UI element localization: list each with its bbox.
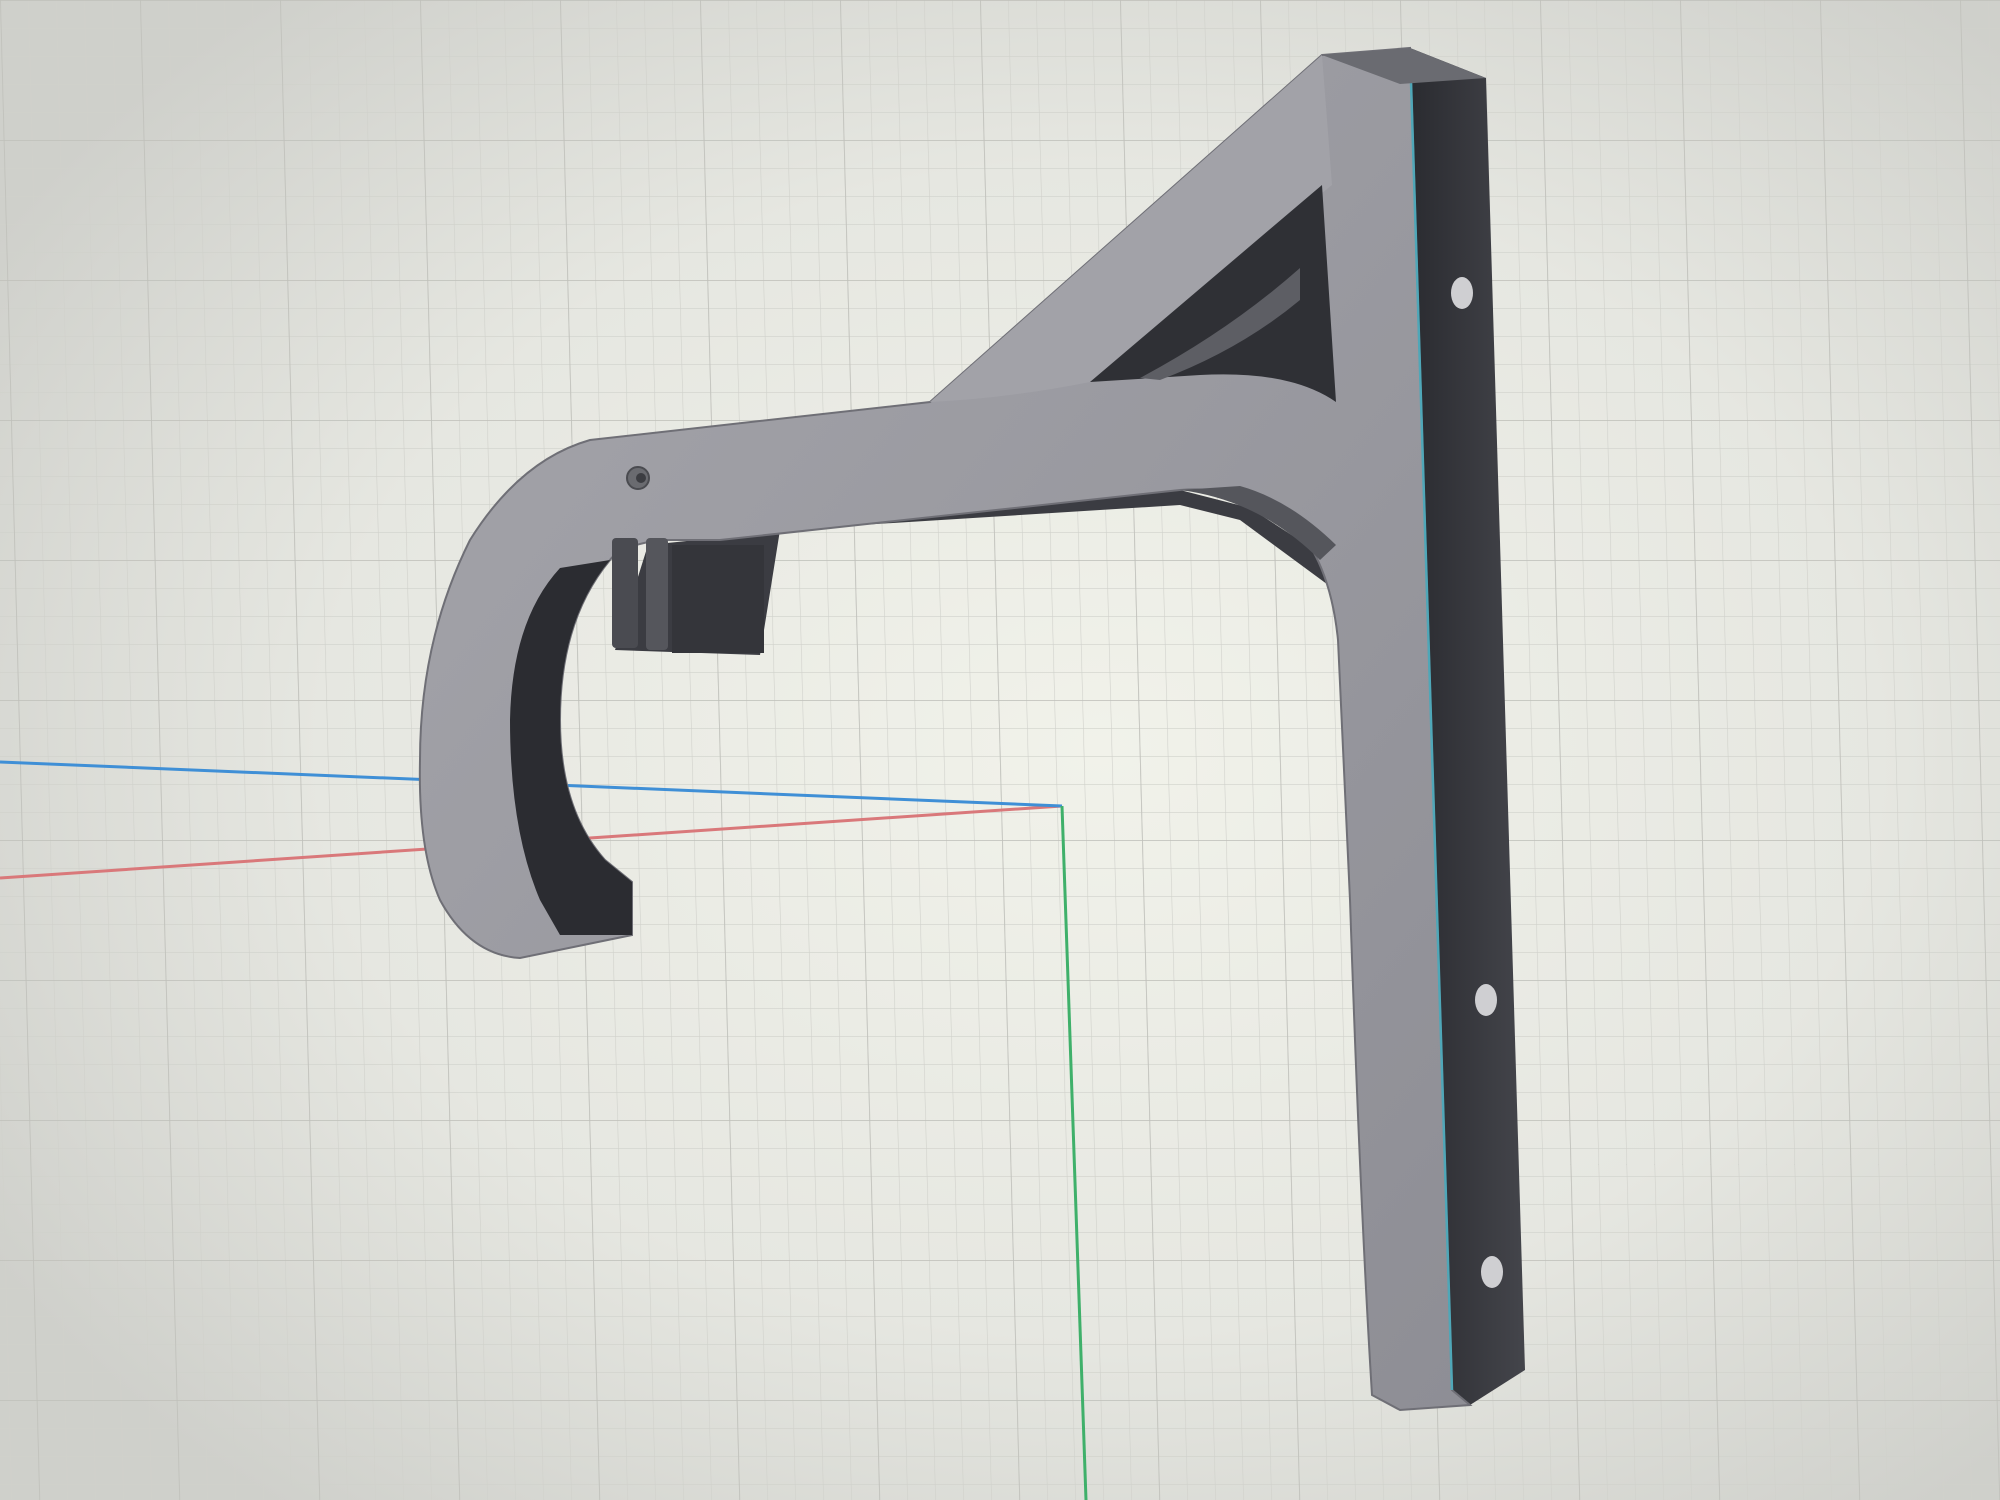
mounting-hole-middle [1475,984,1497,1016]
3d-viewport[interactable] [0,0,2000,1500]
mounting-hole-top [1451,277,1473,309]
viewport-canvas[interactable] [0,0,2000,1500]
mounting-hole-bottom [1481,1256,1503,1288]
ground-grid [0,0,2000,1500]
hook-slots [612,538,764,653]
